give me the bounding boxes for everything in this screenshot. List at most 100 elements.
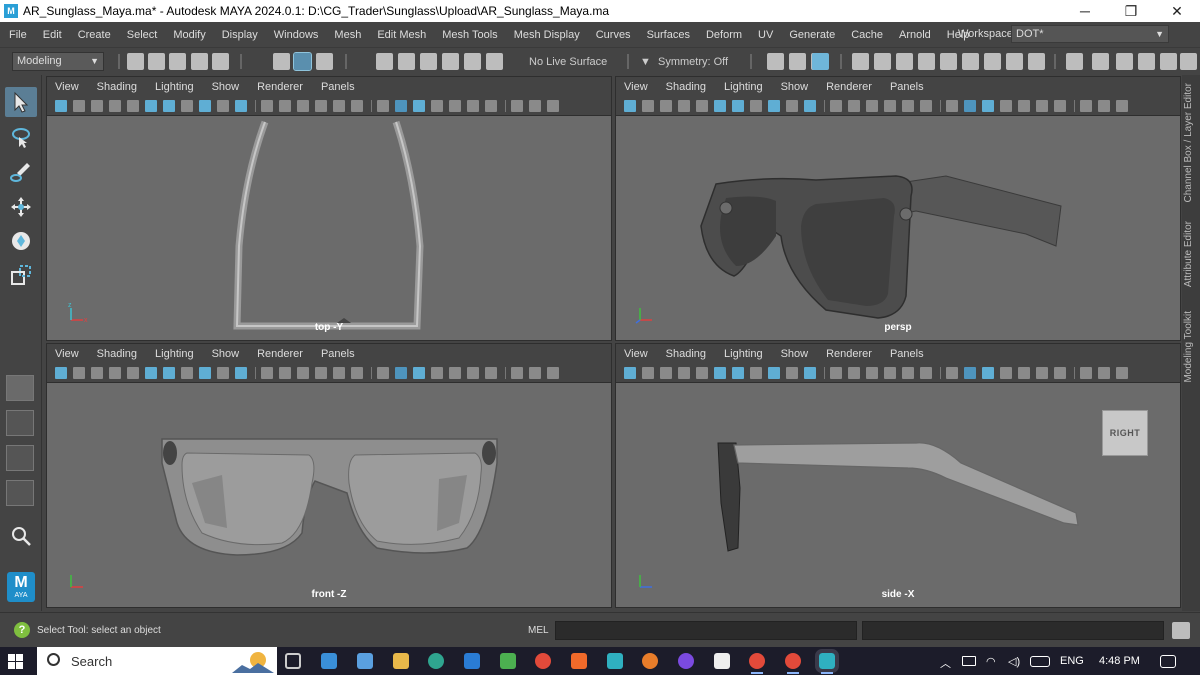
menu-uv[interactable]: UV [749,29,780,41]
viewport-tool-icon[interactable] [217,367,229,379]
viewport-tool-icon[interactable] [1054,100,1066,112]
chevron-down-icon[interactable]: ▼ [640,56,651,68]
single-view-layout-icon[interactable] [6,375,34,401]
viewport-tool-icon[interactable] [199,100,211,112]
viewport-tool-icon[interactable] [127,100,139,112]
menu-file[interactable]: File [0,29,34,41]
viewport-menu-show[interactable]: Show [772,348,818,360]
two-view-layout-icon[interactable] [6,445,34,471]
viewport-tool-icon[interactable] [624,100,636,112]
viewport-tool-icon[interactable] [261,367,273,379]
viewport-tool-icon[interactable] [395,367,407,379]
select-tool-icon[interactable] [5,87,37,117]
viewport-tool-icon[interactable] [485,367,497,379]
viewport-menu-lighting[interactable]: Lighting [146,81,203,93]
viewport-tool-icon[interactable] [413,367,425,379]
live-surface-label[interactable]: No Live Surface [529,56,607,68]
undo-icon[interactable] [191,53,208,70]
menu-deform[interactable]: Deform [697,29,749,41]
viewport-tool-icon[interactable] [902,367,914,379]
viewport-tool-icon[interactable] [55,100,67,112]
maximize-button[interactable]: ❐ [1108,0,1154,22]
viewport-tool-icon[interactable] [297,367,309,379]
viewport-tool-icon[interactable] [1098,100,1110,112]
viewcube-right[interactable]: RIGHT [1102,410,1148,456]
viewport-tool-icon[interactable] [1116,100,1128,112]
viewport-menu-view[interactable]: View [616,348,657,360]
snap-live-icon[interactable] [464,53,481,70]
help-icon[interactable]: ? [14,622,30,638]
viewport-persp[interactable]: View Shading Lighting Show Renderer Pane… [615,76,1181,341]
magnet-icon[interactable] [486,53,503,70]
notification-icon[interactable] [1160,655,1176,668]
menu-cache[interactable]: Cache [842,29,890,41]
rotate-tool-icon[interactable] [5,226,37,256]
viewport-menu-lighting[interactable]: Lighting [146,348,203,360]
battery-icon[interactable] [962,656,976,666]
viewport-tool-icon[interactable] [804,100,816,112]
viewport-tool-icon[interactable] [413,100,425,112]
menu-mesh[interactable]: Mesh [325,29,368,41]
menu-modify[interactable]: Modify [164,29,212,41]
minimize-button[interactable]: ─ [1062,0,1108,22]
viewport-tool-icon[interactable] [377,100,389,112]
viewport-tool-icon[interactable] [73,367,85,379]
tab-modeling-toolkit[interactable]: Modeling Toolkit [1183,311,1194,383]
viewport-menu-renderer[interactable]: Renderer [817,81,881,93]
viewport-tool-icon[interactable] [804,367,816,379]
task-view-icon[interactable] [285,653,301,669]
viewport-side[interactable]: View Shading Lighting Show Renderer Pane… [615,343,1181,608]
viewport-tool-icon[interactable] [511,367,523,379]
viewport-tool-icon[interactable] [1080,367,1092,379]
arnold-render-icon[interactable] [962,53,979,70]
viewport-tool-icon[interactable] [848,367,860,379]
viewport-tool-icon[interactable] [511,100,523,112]
viewport-tool-icon[interactable] [181,100,193,112]
four-view-layout-icon[interactable] [6,410,34,436]
viewport-tool-icon[interactable] [1098,367,1110,379]
viewport-tool-icon[interactable] [642,100,654,112]
viewport-tool-icon[interactable] [377,367,389,379]
viewport-tool-icon[interactable] [678,367,690,379]
ipr-render-icon[interactable] [896,53,913,70]
viewport-tool-icon[interactable] [982,100,994,112]
viewport-tool-icon[interactable] [768,100,780,112]
notepad-icon[interactable] [500,653,516,669]
viewport-tool-icon[interactable] [714,367,726,379]
chrome-profile-2-icon[interactable] [785,653,801,674]
viewport-menu-renderer[interactable]: Renderer [817,348,881,360]
viewport-tool-icon[interactable] [982,367,994,379]
menu-edit[interactable]: Edit [34,29,69,41]
viewport-tool-icon[interactable] [333,367,345,379]
viewport-tool-icon[interactable] [529,367,541,379]
edge-icon[interactable] [428,653,444,669]
viewport-menu-shading[interactable]: Shading [657,348,715,360]
channel-box-icon[interactable] [1138,53,1155,70]
viewport-tool-icon[interactable] [786,100,798,112]
maya-running-icon[interactable] [815,649,839,674]
new-scene-icon[interactable] [127,53,144,70]
menu-mesh-display[interactable]: Mesh Display [505,29,587,41]
workspace-select[interactable]: DOT* ▼ [1011,25,1169,43]
viewport-menu-view[interactable]: View [616,81,657,93]
viewport-tool-icon[interactable] [261,100,273,112]
viewport-tool-icon[interactable] [964,367,976,379]
viewport-tool-icon[interactable] [181,367,193,379]
search-icon[interactable] [5,521,37,551]
tool-settings-icon[interactable] [1160,53,1177,70]
select-component-icon[interactable] [316,53,333,70]
menu-surfaces[interactable]: Surfaces [638,29,697,41]
menu-arnold[interactable]: Arnold [890,29,938,41]
viewport-tool-icon[interactable] [660,367,672,379]
viewport-menu-shading[interactable]: Shading [657,81,715,93]
hypershade-icon[interactable] [940,53,957,70]
mail-icon[interactable] [321,653,337,669]
viewport-menu-show[interactable]: Show [772,81,818,93]
menu-display[interactable]: Display [213,29,265,41]
viewport-tool-icon[interactable] [786,367,798,379]
viewport-tool-icon[interactable] [1116,367,1128,379]
blender-icon[interactable] [642,653,658,669]
viewport-menu-panels[interactable]: Panels [881,81,933,93]
tab-attribute-editor[interactable]: Attribute Editor [1183,221,1194,287]
taskbar-search-box[interactable]: Search [37,647,277,675]
